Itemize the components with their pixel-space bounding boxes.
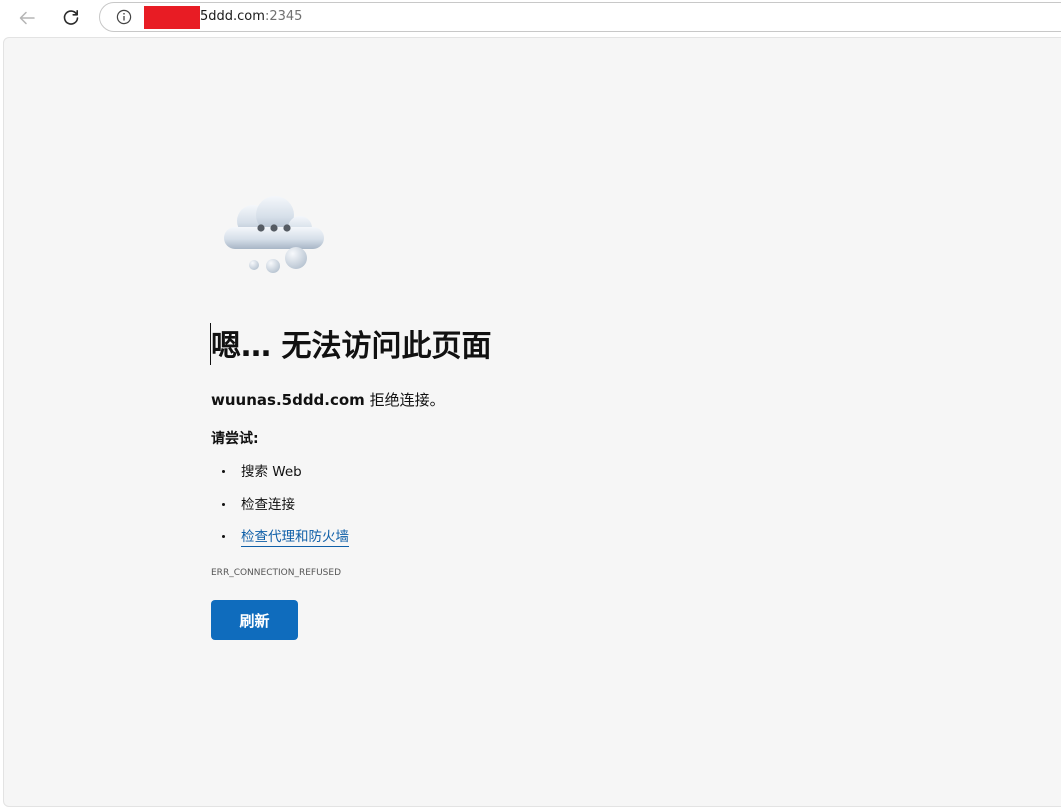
refused-host: wuunas.5ddd.com (211, 391, 365, 409)
suggestion-label: 搜索 Web (241, 464, 302, 480)
info-circle-icon[interactable] (116, 9, 132, 25)
address-bar[interactable]: 5ddd.com:2345 (99, 2, 1061, 32)
url-redaction (144, 6, 200, 29)
suggestion-search-web: 搜索 Web (211, 458, 349, 491)
bullet-icon (222, 502, 225, 506)
page-title: 嗯… 无法访问此页面 (211, 329, 492, 364)
arrow-left-icon (19, 11, 35, 25)
error-page (3, 37, 1061, 807)
url-text[interactable]: 5ddd.com:2345 (200, 9, 302, 25)
browser-toolbar: 5ddd.com:2345 (0, 0, 1061, 36)
refresh-button[interactable] (57, 4, 85, 32)
refused-suffix: 拒绝连接。 (364, 391, 445, 409)
bullet-icon (222, 470, 225, 473)
suggestion-check-proxy-firewall: 检查代理和防火墙 (211, 523, 349, 556)
refresh-icon (63, 10, 79, 25)
check-proxy-firewall-link[interactable]: 检查代理和防火墙 (241, 529, 349, 547)
bullet-icon (222, 535, 225, 538)
suggestion-check-connection: 检查连接 (211, 491, 349, 524)
url-host: 5ddd.com (200, 9, 265, 24)
connection-refused-message: wuunas.5ddd.com 拒绝连接。 (211, 389, 445, 411)
back-button[interactable] (13, 4, 41, 32)
try-heading: 请尝试: (211, 431, 259, 447)
error-code: ERR_CONNECTION_REFUSED (211, 568, 341, 578)
suggestion-label: 检查连接 (241, 496, 295, 513)
suggestion-list: 搜索 Web 检查连接 检查代理和防火墙 (211, 458, 349, 556)
url-port: :2345 (264, 9, 303, 24)
cloud-icon (224, 196, 324, 273)
reload-button[interactable]: 刷新 (211, 600, 298, 640)
